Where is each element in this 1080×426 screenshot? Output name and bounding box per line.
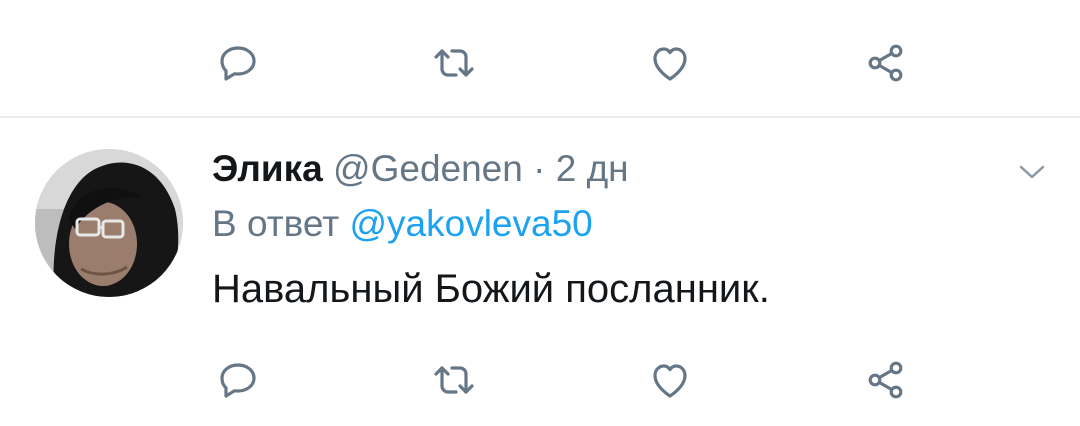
tweet-header: Элика @Gedenen · 2 дн: [212, 146, 629, 192]
retweet-button[interactable]: [424, 350, 484, 410]
avatar[interactable]: [35, 149, 183, 297]
tweet-time[interactable]: 2 дн: [556, 148, 629, 189]
tweet-text: Навальный Божий посланник.: [212, 267, 770, 311]
heart-icon: [653, 364, 687, 398]
reply-context: В ответ @yakovleva50: [212, 201, 593, 247]
reply-icon: [220, 363, 256, 398]
retweet-icon: [434, 49, 474, 77]
author-name[interactable]: Элика: [212, 148, 323, 189]
avatar-photo: [35, 149, 183, 297]
heart-icon: [653, 47, 687, 81]
share-button[interactable]: [856, 350, 916, 410]
retweet-button[interactable]: [424, 33, 484, 93]
tweet-divider: [0, 116, 1080, 118]
reply-button[interactable]: [208, 350, 268, 410]
like-button[interactable]: [640, 33, 700, 93]
reply-prefix: В ответ: [212, 203, 340, 244]
share-icon: [868, 361, 903, 399]
share-button[interactable]: [856, 33, 916, 93]
share-icon: [868, 44, 903, 82]
retweet-icon: [434, 366, 474, 394]
more-options-button[interactable]: [1012, 152, 1052, 192]
like-button[interactable]: [640, 350, 700, 410]
previous-tweet-actions: [0, 33, 1080, 93]
author-handle[interactable]: @Gedenen: [333, 148, 523, 189]
reply-mention-link[interactable]: @yakovleva50: [350, 203, 593, 244]
reply-icon: [220, 46, 256, 81]
header-separator: ·: [533, 148, 546, 189]
tweet-actions: [0, 350, 1080, 410]
chevron-down-icon: [1019, 165, 1045, 179]
reply-button[interactable]: [208, 33, 268, 93]
